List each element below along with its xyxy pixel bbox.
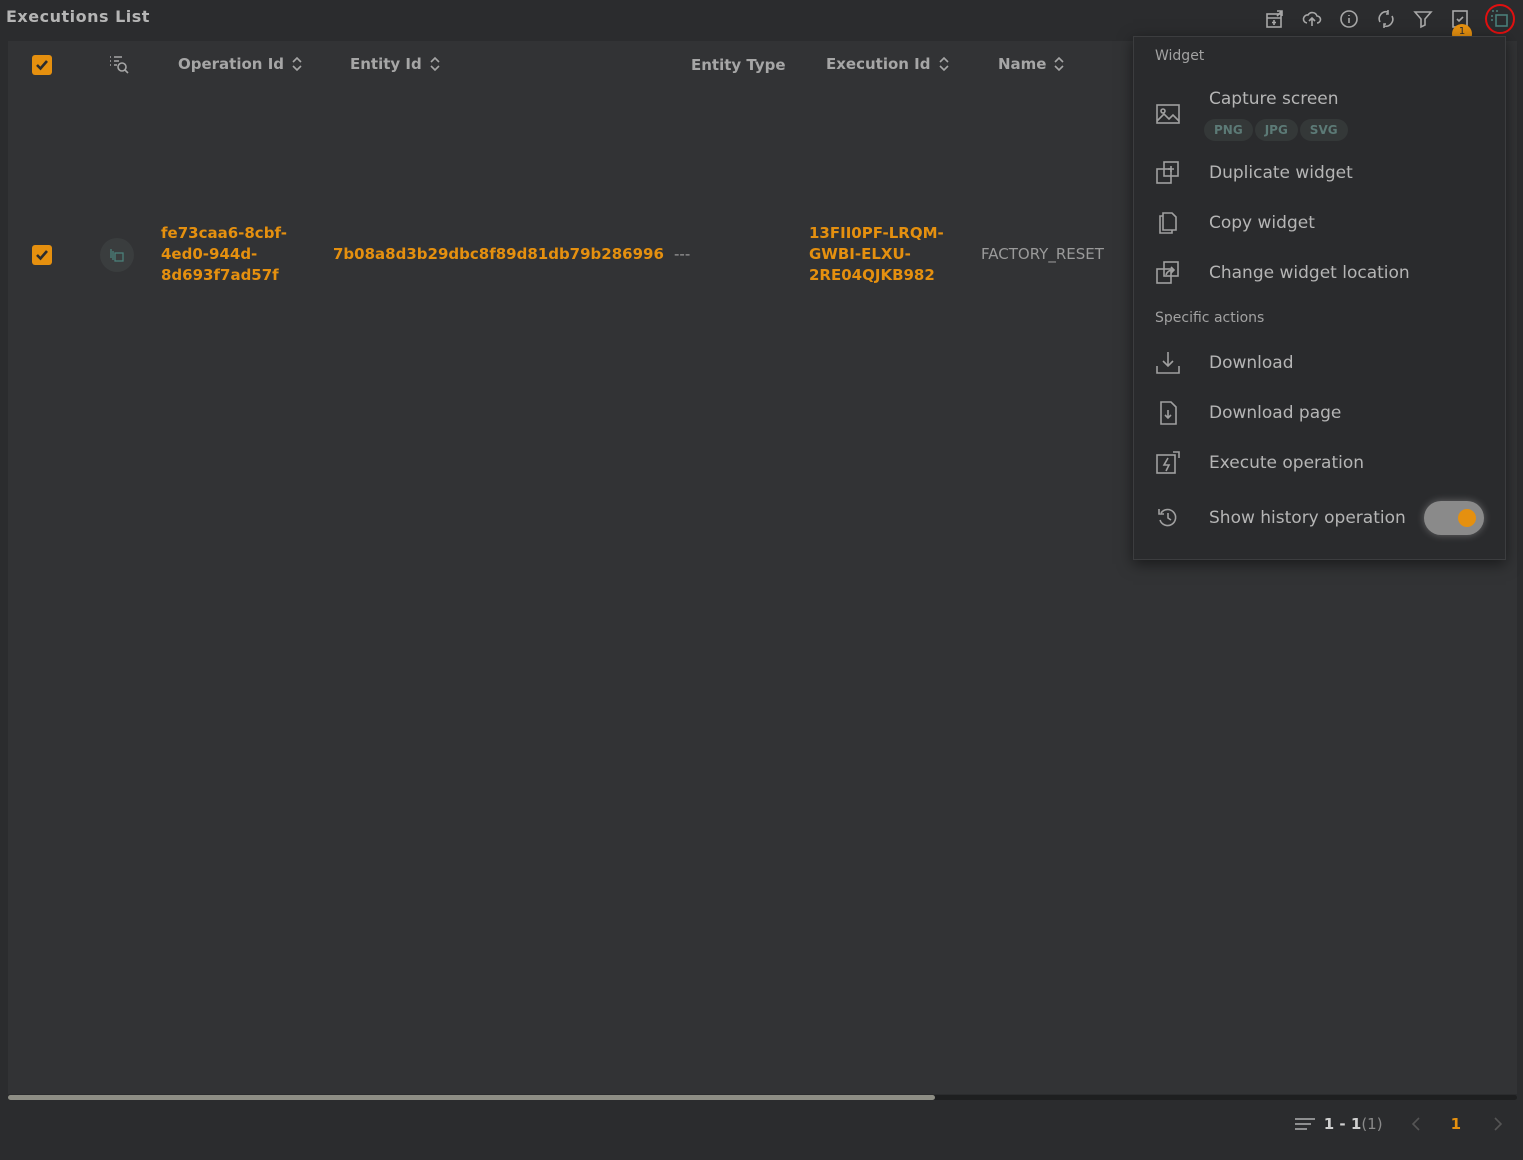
sort-icon (938, 56, 949, 72)
menu-download-page[interactable]: Download page (1134, 391, 1505, 435)
cell-line: 8d693f7ad57f (161, 266, 279, 284)
widget-title: Executions List (6, 7, 150, 26)
capture-format-chips: PNG JPG SVG (1204, 119, 1348, 141)
png-chip[interactable]: PNG (1204, 119, 1253, 141)
total-count: (1) (1361, 1115, 1383, 1133)
image-icon (1156, 104, 1180, 124)
cell-line: 4ed0-944d- (161, 245, 258, 263)
cell-line: 13FII0PF-LRQM- (809, 224, 944, 242)
menu-label: Capture screen (1209, 89, 1339, 109)
current-page[interactable]: 1 (1451, 1115, 1461, 1133)
column-label: Operation Id (178, 55, 285, 73)
menu-label: Show history operation (1209, 508, 1406, 528)
menu-label: Download page (1209, 403, 1342, 423)
menu-execute-operation[interactable]: Execute operation (1134, 441, 1505, 485)
execution-id-cell[interactable]: 13FII0PF-LRQM- GWBI-ELXU- 2RE04QJKB982 (809, 223, 944, 286)
operation-id-cell[interactable]: fe73caa6-8cbf- 4ed0-944d- 8d693f7ad57f (161, 223, 287, 286)
menu-label: Copy widget (1209, 213, 1315, 233)
page-range: 1 - 1 (1323, 1115, 1362, 1133)
menu-label: Change widget location (1209, 263, 1410, 283)
column-label: Entity Id (350, 55, 422, 73)
pagination: 1 - 1 (1) 1 (1294, 1115, 1503, 1133)
widget-menu-icon[interactable] (1485, 4, 1515, 34)
refresh-icon[interactable] (1374, 7, 1398, 31)
duplicate-icon (1156, 161, 1179, 184)
entity-type-cell: --- (674, 245, 691, 263)
section-widget: Widget (1155, 48, 1205, 64)
row-checkbox[interactable] (32, 245, 52, 265)
horizontal-scrollbar[interactable] (8, 1095, 1517, 1100)
entity-id-cell[interactable]: 7b08a8d3b29dbc8f89d81db79b286996 (333, 244, 664, 265)
menu-label: Duplicate widget (1209, 163, 1353, 183)
widget-dropdown-menu: Widget Capture screen PNG JPG SVG Duplic… (1133, 36, 1506, 560)
next-page-icon[interactable] (1493, 1116, 1503, 1132)
cell-line: 2RE04QJKB982 (809, 266, 935, 284)
menu-capture-screen[interactable]: Capture screen (1134, 79, 1505, 124)
menu-duplicate-widget[interactable]: Duplicate widget (1134, 151, 1505, 195)
download-icon (1156, 352, 1180, 374)
column-label: Name (998, 55, 1047, 73)
column-operation-id[interactable]: Operation Id (178, 55, 302, 73)
column-entity-type: Entity Type (691, 56, 786, 74)
history-toggle[interactable] (1424, 501, 1484, 535)
upload-icon[interactable] (1300, 7, 1324, 31)
column-entity-id[interactable]: Entity Id (350, 55, 440, 73)
filter-icon[interactable] (1411, 7, 1435, 31)
column-label: Execution Id (826, 55, 931, 73)
move-widget-icon (1156, 261, 1179, 284)
add-widget-icon[interactable] (1263, 7, 1287, 31)
sort-icon (1054, 56, 1065, 72)
menu-label: Download (1209, 353, 1294, 373)
select-all-checkbox[interactable] (32, 55, 52, 75)
prev-page-icon[interactable] (1411, 1116, 1421, 1132)
column-search-icon[interactable] (108, 53, 130, 75)
svg-chip[interactable]: SVG (1299, 119, 1348, 141)
checklist-icon[interactable]: 1 (1448, 7, 1472, 44)
menu-download[interactable]: Download (1134, 341, 1505, 385)
menu-change-widget-location[interactable]: Change widget location (1134, 251, 1505, 295)
cell-line: fe73caa6-8cbf- (161, 224, 287, 242)
name-cell: FACTORY_RESET (981, 245, 1104, 263)
sort-icon (430, 56, 440, 72)
column-label: Entity Type (691, 56, 786, 74)
jpg-chip[interactable]: JPG (1254, 119, 1298, 141)
menu-copy-widget[interactable]: Copy widget (1134, 201, 1505, 245)
execute-icon (1156, 451, 1180, 474)
menu-show-history-operation[interactable]: Show history operation (1134, 496, 1505, 540)
toggle-knob (1458, 509, 1476, 527)
row-details-icon[interactable] (100, 238, 134, 272)
cell-line: GWBI-ELXU- (809, 245, 911, 263)
column-execution-id[interactable]: Execution Id (826, 55, 949, 73)
download-page-icon (1160, 401, 1177, 425)
sort-icon (292, 56, 302, 72)
column-name[interactable]: Name (998, 55, 1065, 73)
page-size-icon[interactable] (1294, 1116, 1316, 1132)
section-specific-actions: Specific actions (1155, 310, 1265, 326)
history-icon (1158, 508, 1177, 527)
scrollbar-thumb[interactable] (8, 1095, 935, 1100)
widget-toolbar: 1 (1263, 4, 1515, 44)
menu-label: Execute operation (1209, 453, 1365, 473)
copy-icon (1159, 212, 1177, 234)
info-icon[interactable] (1337, 7, 1361, 31)
